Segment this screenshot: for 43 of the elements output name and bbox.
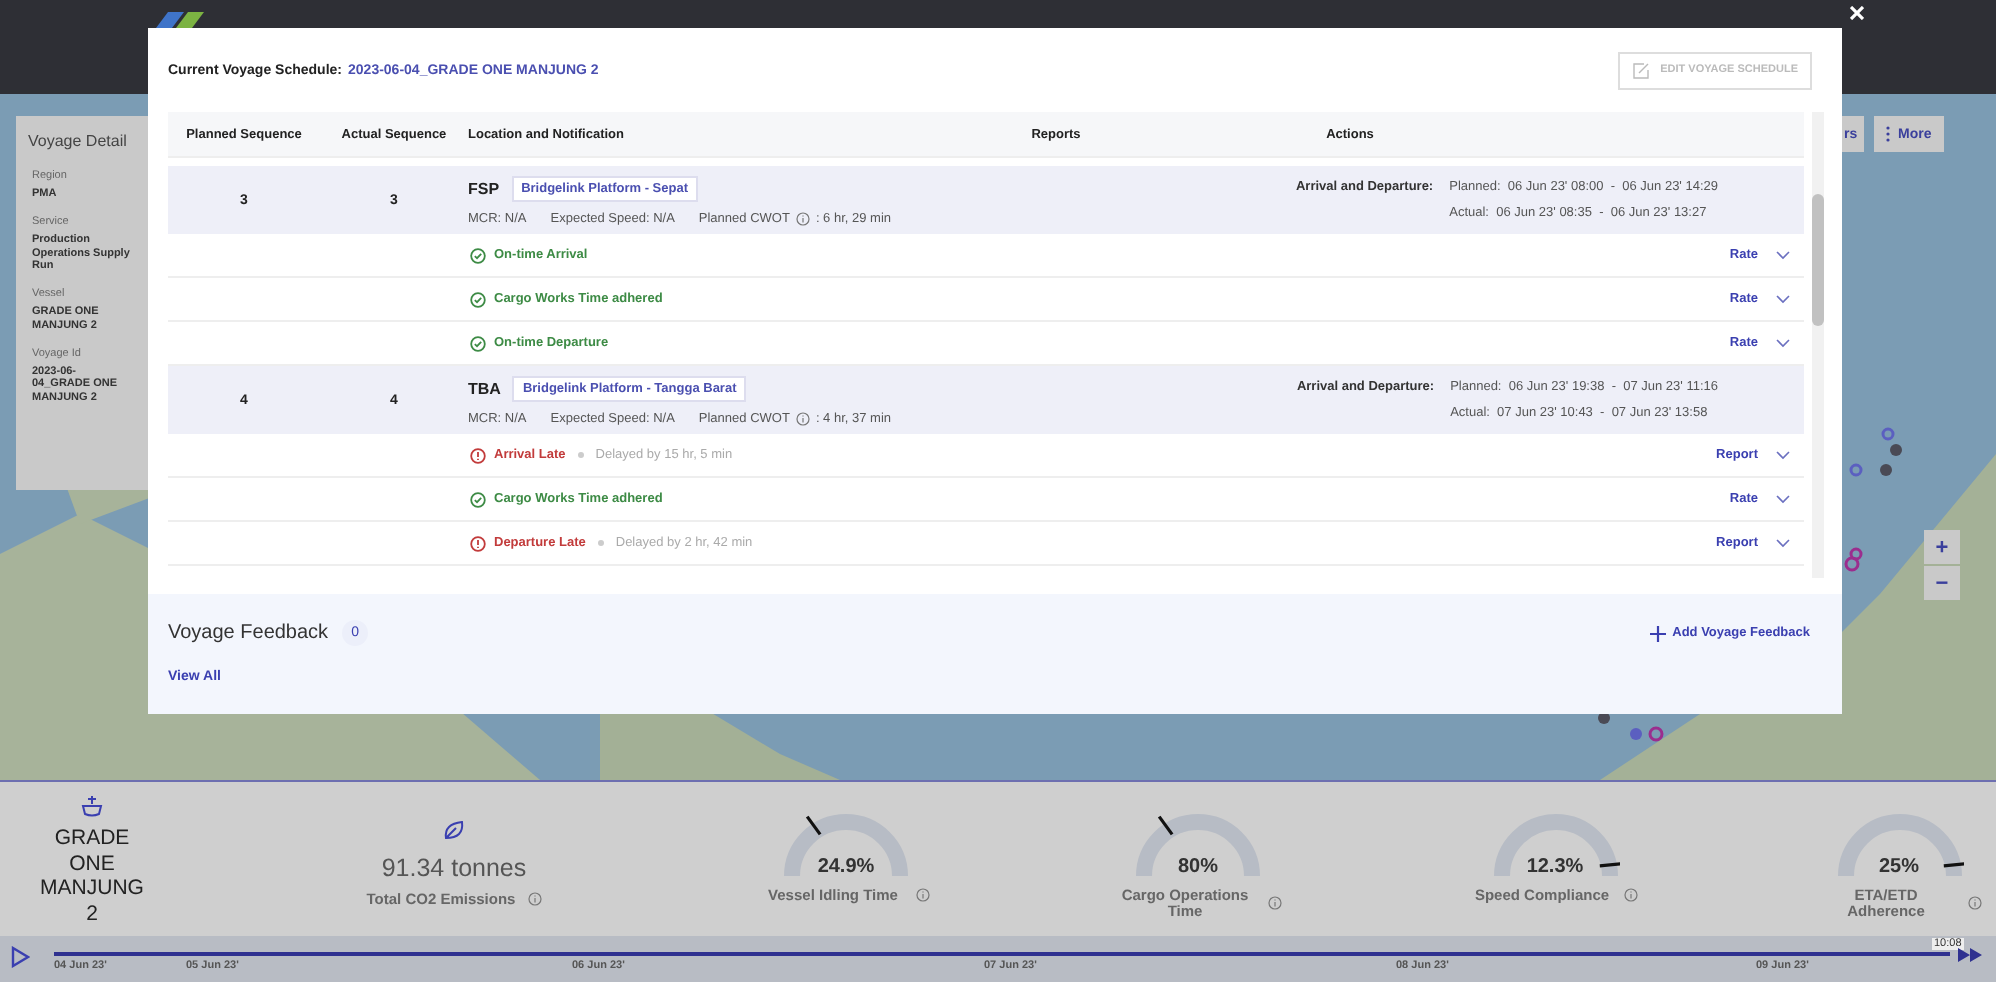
scrollbar-thumb[interactable] xyxy=(1812,194,1824,326)
chevron-down-icon[interactable] xyxy=(1776,338,1790,348)
separator-dot xyxy=(577,452,584,458)
gauge-reading: 80% xyxy=(1175,856,1220,878)
fast-forward-icon[interactable] xyxy=(1958,948,1984,962)
gauge-reading: 25% xyxy=(1876,856,1921,878)
alert-circle-icon xyxy=(470,447,486,463)
location-code: FSP xyxy=(468,179,500,197)
edit-icon xyxy=(1632,61,1651,79)
alert-circle-icon xyxy=(470,535,486,551)
leaf-icon xyxy=(442,818,466,842)
timeline-track[interactable] xyxy=(54,952,1950,956)
info-icon xyxy=(915,888,929,903)
ship-icon xyxy=(80,794,104,818)
zoom-out-button[interactable]: − xyxy=(1924,566,1960,600)
co2-value: 91.34 tonnes xyxy=(381,854,527,882)
location-code: TBA xyxy=(468,379,501,397)
check-circle-icon xyxy=(470,335,486,351)
info-icon xyxy=(795,411,810,425)
section-title: Voyage Feedback xyxy=(168,622,329,644)
scrollbar[interactable] xyxy=(1812,112,1824,578)
info-icon xyxy=(1968,896,1982,910)
chevron-down-icon[interactable] xyxy=(1776,494,1790,504)
check-circle-icon xyxy=(470,291,486,307)
play-icon[interactable] xyxy=(10,946,30,968)
check-circle-icon xyxy=(470,491,486,507)
vessel-name: GRADE ONE MANJUNG 2 xyxy=(38,826,146,927)
gauge-reading: 12.3% xyxy=(1524,856,1586,878)
chevron-down-icon[interactable] xyxy=(1776,538,1790,548)
chevron-down-icon[interactable] xyxy=(1776,450,1790,460)
info-icon xyxy=(527,892,542,907)
check-circle-icon xyxy=(470,247,486,263)
info-icon xyxy=(1624,888,1638,903)
chevron-down-icon[interactable] xyxy=(1776,294,1790,304)
gauge-reading: 24.9% xyxy=(815,856,877,878)
zoom-in-button[interactable]: + xyxy=(1924,530,1960,564)
info-icon xyxy=(795,211,810,225)
chevron-down-icon[interactable] xyxy=(1776,250,1790,260)
info-icon xyxy=(1267,896,1281,910)
plus-icon xyxy=(1650,625,1667,641)
close-icon[interactable] xyxy=(1850,6,1864,20)
separator-dot xyxy=(597,540,604,546)
panel-title: Voyage Detail xyxy=(28,132,129,150)
